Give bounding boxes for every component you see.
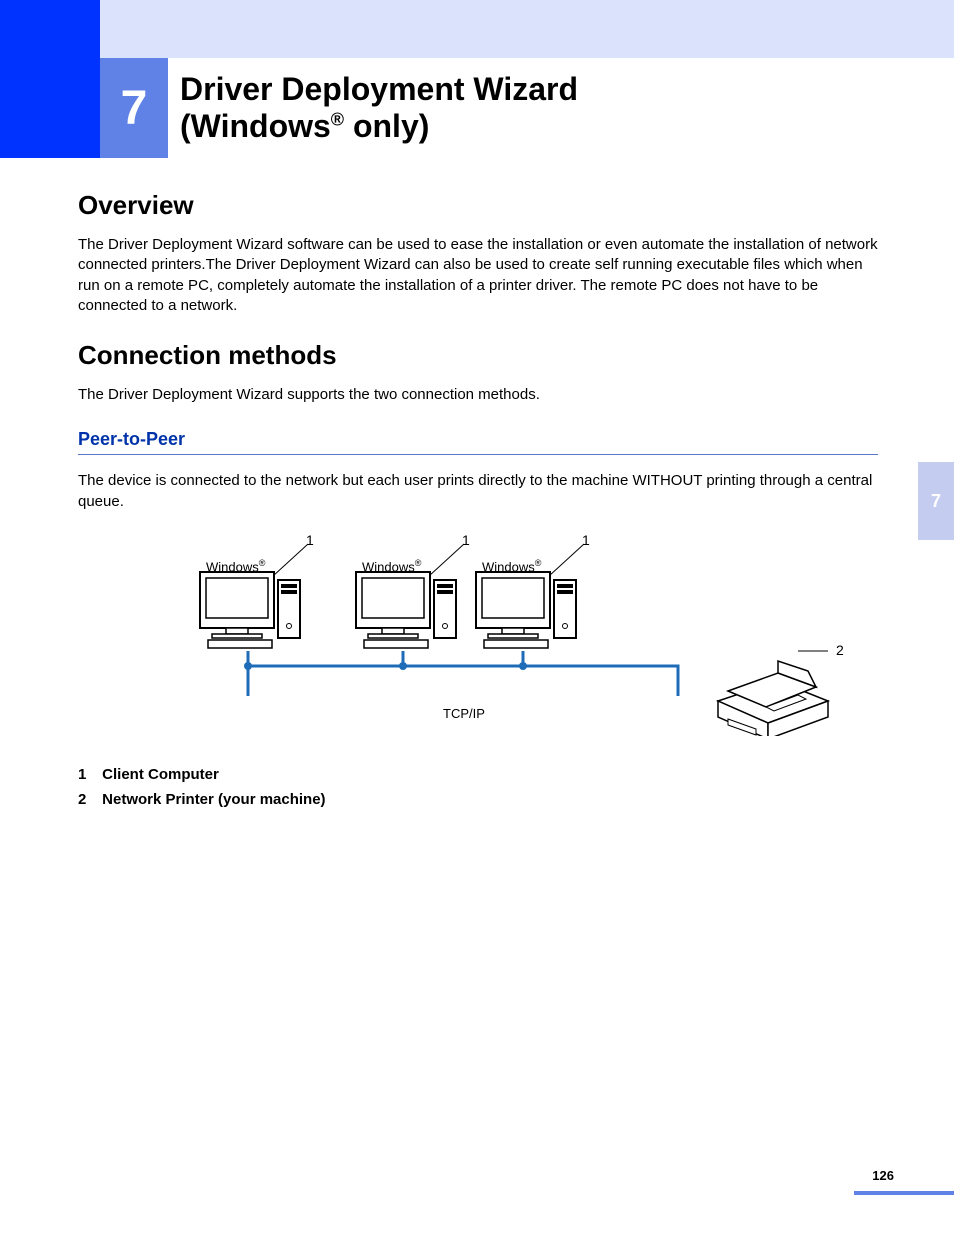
- legend-row-2: 2 Network Printer (your machine): [78, 791, 878, 808]
- content-area: Overview The Driver Deployment Wizard so…: [78, 190, 878, 816]
- printer: 2: [708, 646, 828, 736]
- legend-row-1: 1 Client Computer: [78, 766, 878, 783]
- chapter-title-line-2: (Windows® only): [180, 108, 894, 145]
- overview-body: The Driver Deployment Wizard software ca…: [78, 235, 878, 316]
- computer-icon: [474, 570, 584, 650]
- computer-icon: [354, 570, 464, 650]
- connection-intro: The Driver Deployment Wizard supports th…: [78, 385, 878, 405]
- p2p-rule: [78, 454, 878, 455]
- thumb-tab: 7: [918, 462, 954, 540]
- p2p-subheading: Peer-to-Peer: [78, 429, 878, 452]
- protocol-label: TCP/IP: [443, 706, 485, 721]
- page-number-bar: [854, 1191, 954, 1195]
- chapter-title-line-2-suffix: only): [344, 108, 429, 144]
- printer-callout: 2: [836, 642, 844, 658]
- p2p-body: The device is connected to the network b…: [78, 471, 878, 512]
- connection-heading: Connection methods: [78, 340, 878, 371]
- net-dot-3: [519, 662, 527, 670]
- pc-2-callout: 1: [462, 532, 470, 548]
- page-number: 126: [872, 1168, 894, 1183]
- overview-heading: Overview: [78, 190, 878, 221]
- legend-2-text: Network Printer (your machine): [102, 791, 325, 808]
- net-dot-1: [244, 662, 252, 670]
- chapter-left-accent: [0, 58, 100, 158]
- registered-mark: ®: [331, 109, 344, 129]
- legend-2-num: 2: [78, 791, 98, 808]
- p2p-subheading-wrap: Peer-to-Peer: [78, 429, 878, 455]
- chapter-title: Driver Deployment Wizard (Windows® only): [180, 58, 894, 158]
- net-dot-2: [399, 662, 407, 670]
- pc-1-callout: 1: [306, 532, 314, 548]
- chapter-number-box: 7: [100, 58, 168, 158]
- computer-icon: [198, 570, 308, 650]
- header-right-accent: [100, 0, 954, 58]
- network-bus: [248, 666, 678, 696]
- chapter-title-line-1: Driver Deployment Wizard: [180, 71, 894, 108]
- thumb-tab-number: 7: [931, 491, 941, 512]
- page: 7 Driver Deployment Wizard (Windows® onl…: [0, 0, 954, 1235]
- chapter-title-line-2-prefix: (Windows: [180, 108, 331, 144]
- printer-icon: [708, 646, 838, 736]
- legend-1-text: Client Computer: [102, 766, 219, 783]
- p2p-diagram: 1 Windows® 1: [188, 536, 828, 746]
- header-left-accent: [0, 0, 100, 58]
- pc-3-callout: 1: [582, 532, 590, 548]
- chapter-number: 7: [121, 81, 148, 136]
- legend-1-num: 1: [78, 766, 98, 783]
- diagram-legend: 1 Client Computer 2 Network Printer (you…: [78, 766, 878, 808]
- chapter-heading: 7 Driver Deployment Wizard (Windows® onl…: [0, 58, 954, 158]
- header-band: [0, 0, 954, 58]
